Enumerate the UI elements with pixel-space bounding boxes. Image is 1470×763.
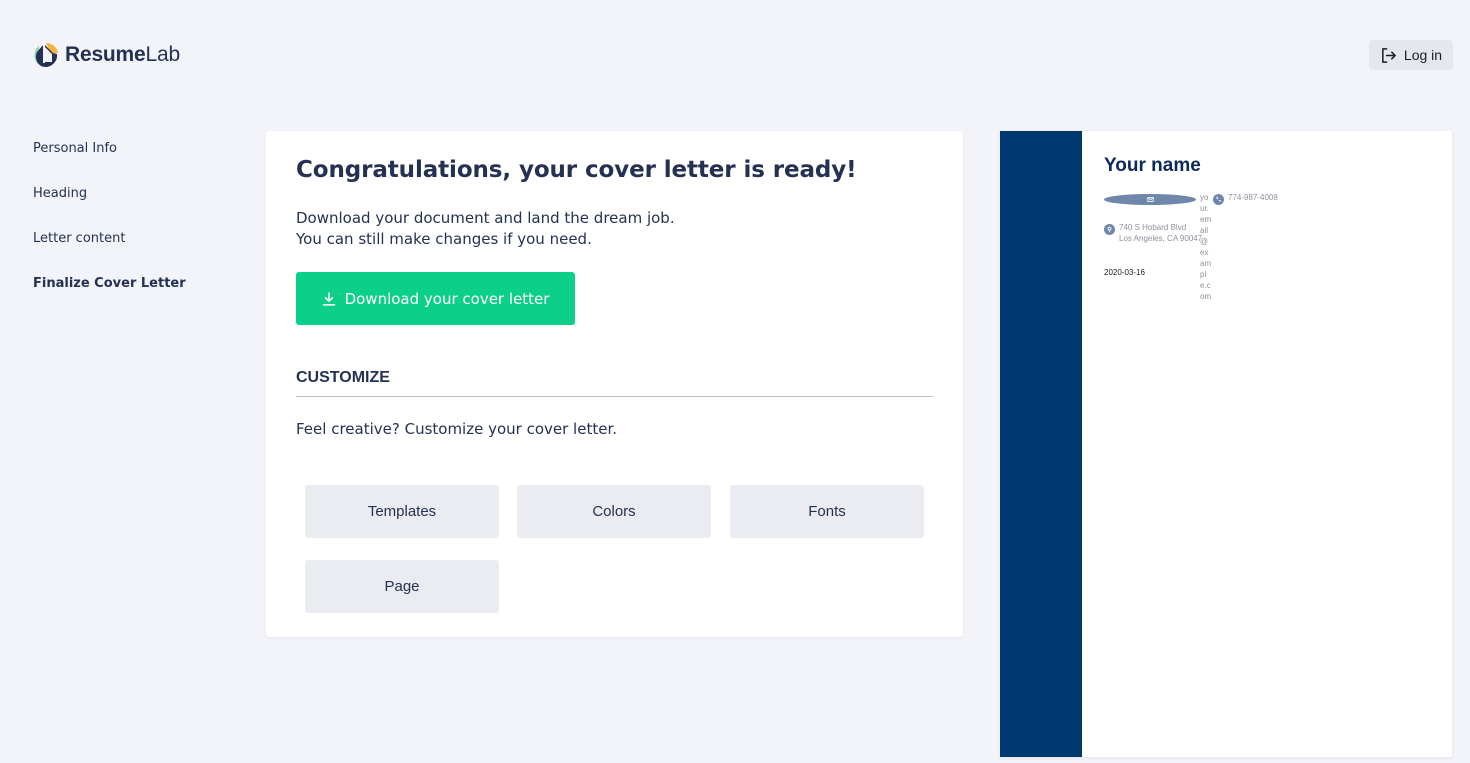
colors-button[interactable]: Colors xyxy=(517,485,711,538)
download-icon xyxy=(322,291,335,306)
preview-sidebar-band xyxy=(1000,131,1082,757)
preview-address: 740 S Hobard Blvd Los Angeles, CA 90047 xyxy=(1104,222,1202,244)
login-label: Log in xyxy=(1403,47,1443,63)
customize-divider xyxy=(296,396,933,397)
logo-text: ResumeLab xyxy=(65,43,180,66)
preview-address-line-2: Los Angeles, CA 90047 xyxy=(1119,234,1203,243)
page-button[interactable]: Page xyxy=(305,560,499,613)
fonts-button[interactable]: Fonts xyxy=(730,485,924,538)
lead-line-1: Download your document and land the drea… xyxy=(296,209,675,227)
preview-date: 2020-03-16 xyxy=(1104,268,1145,277)
preview-email-text: your.email@example.com xyxy=(1200,193,1212,301)
preview-address-text: 740 S Hobard Blvd Los Angeles, CA 90047 xyxy=(1119,222,1202,244)
lead-text: Download your document and land the drea… xyxy=(296,208,675,250)
logout-icon xyxy=(1381,47,1396,63)
email-icon xyxy=(1104,194,1196,205)
customize-subtitle: Feel creative? Customize your cover lett… xyxy=(296,420,617,438)
top-bar: ResumeLab Log in xyxy=(0,0,1470,110)
preview-address-line-1: 740 S Hobard Blvd xyxy=(1119,223,1187,232)
sidebar-item-finalize-cover-letter[interactable]: Finalize Cover Letter xyxy=(33,273,233,318)
download-label: Download your cover letter xyxy=(344,289,550,308)
download-cover-letter-button[interactable]: Download your cover letter xyxy=(296,272,575,325)
location-pin-icon xyxy=(1104,224,1115,235)
sidebar-item-heading[interactable]: Heading xyxy=(33,183,233,228)
preview-name: Your name xyxy=(1104,155,1201,176)
sidebar-item-personal-info[interactable]: Personal Info xyxy=(33,138,233,183)
login-button[interactable]: Log in xyxy=(1369,40,1453,70)
finalize-card: Congratulations, your cover letter is re… xyxy=(266,131,963,637)
resumelab-logo[interactable]: ResumeLab xyxy=(33,42,180,68)
phone-icon xyxy=(1213,194,1224,205)
preview-phone-text: 774-987-4008 xyxy=(1228,193,1278,202)
customize-heading: CUSTOMIZE xyxy=(296,369,390,386)
preview-email: your.email@example.com xyxy=(1104,192,1212,302)
cover-letter-preview[interactable]: Your name your.email@example.com 774-987… xyxy=(1000,131,1452,757)
preview-phone: 774-987-4008 xyxy=(1213,192,1278,205)
lead-line-2: You can still make changes if you need. xyxy=(296,230,592,248)
page-title: Congratulations, your cover letter is re… xyxy=(296,157,857,183)
sidebar-nav: Personal Info Heading Letter content Fin… xyxy=(33,138,233,318)
templates-button[interactable]: Templates xyxy=(305,485,499,538)
sidebar-item-letter-content[interactable]: Letter content xyxy=(33,228,233,273)
resumelab-logo-icon xyxy=(34,42,58,67)
